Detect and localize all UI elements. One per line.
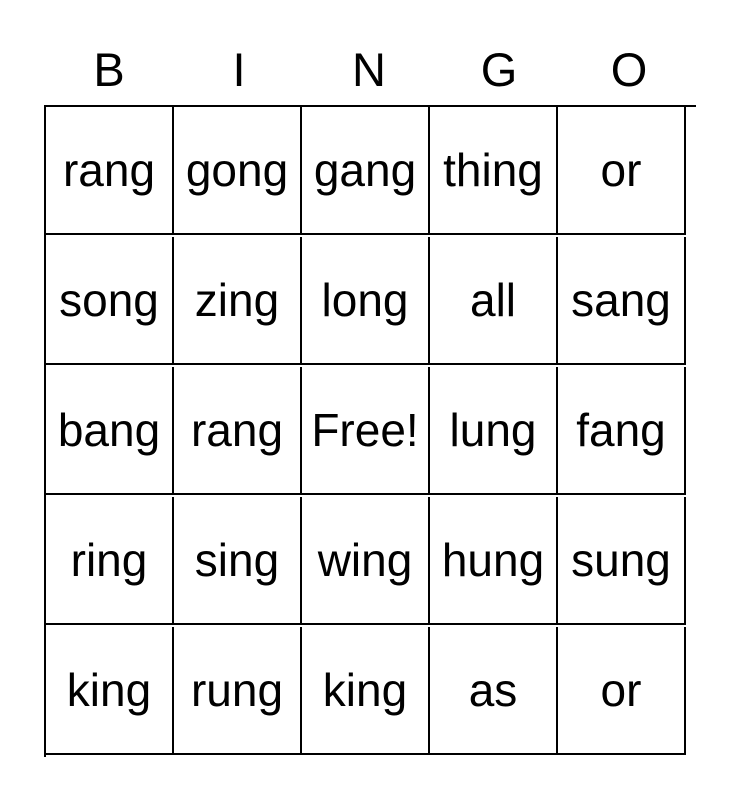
bingo-card: B I N G O rang gong gang thing or song z…: [44, 33, 696, 757]
bingo-cell[interactable]: song: [46, 237, 174, 365]
bingo-cell-label: as: [468, 664, 518, 716]
bingo-cell[interactable]: ring: [46, 497, 174, 625]
bingo-cell[interactable]: or: [558, 627, 686, 755]
bingo-grid: rang gong gang thing or song zing long a…: [44, 105, 696, 757]
bingo-cell[interactable]: sang: [558, 237, 686, 365]
bingo-cell[interactable]: rung: [174, 627, 302, 755]
bingo-cell[interactable]: thing: [430, 107, 558, 235]
bingo-free-space-label: Free!: [311, 404, 419, 456]
bingo-cell-label: fang: [576, 404, 666, 456]
bingo-cell[interactable]: rang: [174, 367, 302, 495]
bingo-header-n: N: [352, 42, 386, 96]
bingo-cell[interactable]: sing: [174, 497, 302, 625]
bingo-cell-label: rung: [190, 664, 284, 716]
bingo-cell[interactable]: lung: [430, 367, 558, 495]
bingo-cell-label: zing: [194, 274, 280, 326]
bingo-cell[interactable]: gang: [302, 107, 430, 235]
bingo-cell-label: ring: [70, 534, 148, 586]
bingo-cell-label: rang: [62, 144, 156, 196]
bingo-cell-label: or: [600, 144, 642, 196]
bingo-cell-label: thing: [443, 144, 543, 196]
bingo-cell[interactable]: as: [430, 627, 558, 755]
bingo-header-o: O: [610, 42, 648, 96]
bingo-cell-label: gang: [313, 144, 417, 196]
bingo-cell-label: long: [321, 274, 409, 326]
bingo-cell-label: hung: [441, 534, 545, 586]
bingo-row: ring sing wing hung sung: [46, 497, 696, 627]
bingo-cell[interactable]: king: [302, 627, 430, 755]
bingo-cell-label: song: [59, 274, 159, 326]
bingo-cell[interactable]: or: [558, 107, 686, 235]
bingo-cell-label: gong: [185, 144, 289, 196]
bingo-cell[interactable]: sung: [558, 497, 686, 625]
bingo-row: rang gong gang thing or: [46, 107, 696, 237]
bingo-cell[interactable]: long: [302, 237, 430, 365]
bingo-cell-label: sing: [194, 534, 280, 586]
bingo-cell-label: lung: [449, 404, 537, 456]
bingo-cell-label: all: [469, 274, 517, 326]
bingo-cell[interactable]: zing: [174, 237, 302, 365]
bingo-cell[interactable]: gong: [174, 107, 302, 235]
bingo-header-row: B I N G O: [44, 33, 694, 105]
bingo-header-i: I: [232, 42, 246, 96]
bingo-cell-label: king: [66, 664, 152, 716]
bingo-cell[interactable]: wing: [302, 497, 430, 625]
bingo-cell[interactable]: rang: [46, 107, 174, 235]
bingo-cell-label: sung: [571, 534, 671, 586]
bingo-cell[interactable]: bang: [46, 367, 174, 495]
bingo-cell[interactable]: king: [46, 627, 174, 755]
bingo-cell-label: wing: [317, 534, 413, 586]
bingo-cell-label: king: [322, 664, 408, 716]
bingo-cell-label: rang: [190, 404, 284, 456]
bingo-cell-label: or: [600, 664, 642, 716]
bingo-row: king rung king as or: [46, 627, 696, 757]
bingo-header-b: B: [93, 42, 125, 96]
bingo-cell[interactable]: fang: [558, 367, 686, 495]
bingo-cell-label: sang: [571, 274, 671, 326]
bingo-row: bang rang Free! lung fang: [46, 367, 696, 497]
bingo-cell[interactable]: all: [430, 237, 558, 365]
bingo-row: song zing long all sang: [46, 237, 696, 367]
bingo-header-g: G: [480, 42, 518, 96]
bingo-cell[interactable]: hung: [430, 497, 558, 625]
bingo-cell-label: bang: [57, 404, 161, 456]
bingo-cell-free-space[interactable]: Free!: [302, 367, 430, 495]
